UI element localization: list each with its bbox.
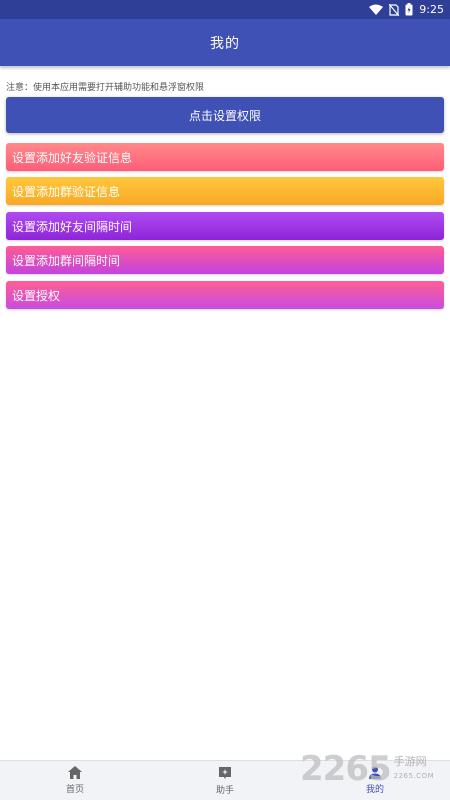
page-title: 我的 bbox=[210, 35, 240, 52]
wifi-icon bbox=[369, 4, 384, 15]
no-sim-icon bbox=[389, 3, 400, 16]
battery-icon bbox=[405, 3, 413, 16]
assistant-icon bbox=[218, 766, 232, 780]
nav-item-mine[interactable]: 我的 bbox=[300, 761, 450, 800]
permission-notice: 注意：使用本应用需要打开辅助功能和悬浮窗权限 bbox=[6, 83, 205, 93]
person-icon bbox=[368, 766, 382, 779]
nav-item-label: 助手 bbox=[215, 785, 234, 796]
status-time: 9:25 bbox=[419, 3, 444, 16]
friend-verify-message-item[interactable]: 设置添加好友验证信息 bbox=[6, 143, 444, 171]
nav-item-assistant[interactable]: 助手 bbox=[150, 761, 300, 800]
group-interval-item[interactable]: 设置添加群间隔时间 bbox=[6, 246, 444, 274]
nav-item-home[interactable]: 首页 bbox=[0, 761, 150, 800]
group-verify-message-item[interactable]: 设置添加群验证信息 bbox=[6, 177, 444, 205]
nav-item-label: 我的 bbox=[365, 785, 384, 795]
bottom-nav: 首页 助手 我的 bbox=[0, 760, 450, 800]
status-bar: 9:25 bbox=[0, 0, 450, 19]
nav-item-label: 首页 bbox=[65, 785, 84, 795]
set-permission-button[interactable]: 点击设置权限 bbox=[6, 97, 444, 133]
app-bar: 我的 bbox=[0, 19, 450, 66]
friend-interval-item[interactable]: 设置添加好友间隔时间 bbox=[6, 212, 444, 240]
authorization-item[interactable]: 设置授权 bbox=[6, 281, 444, 309]
home-icon bbox=[68, 766, 82, 779]
